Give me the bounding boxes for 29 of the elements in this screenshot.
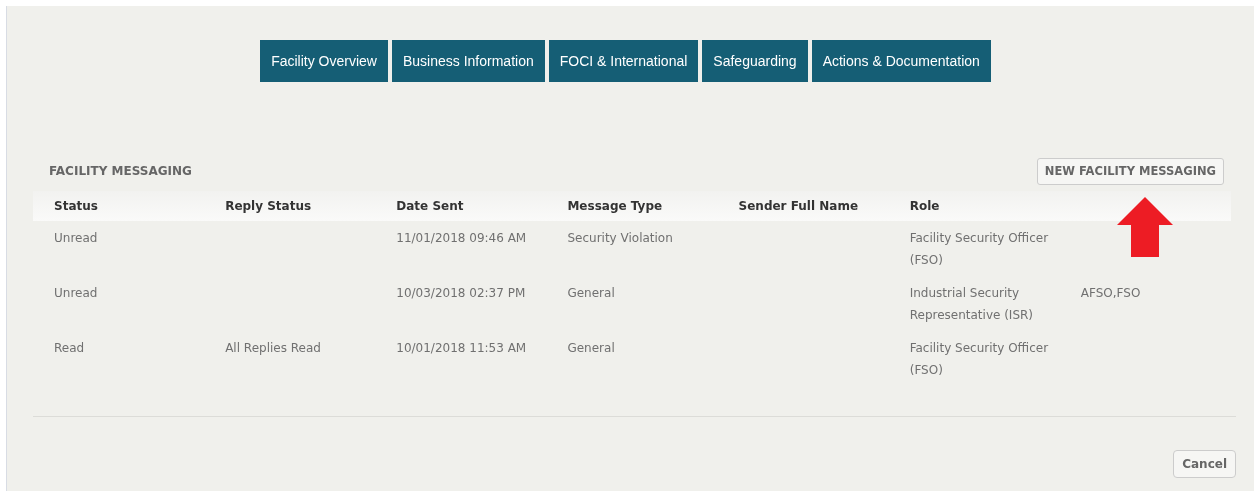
- table-cell: Facility Security Officer (FSO): [909, 231, 1049, 268]
- up-arrow-icon: [1116, 196, 1174, 258]
- column-header: Message Type: [567, 199, 663, 214]
- table-cell: General: [567, 341, 615, 356]
- table-cell: Read: [54, 341, 85, 356]
- new-facility-messaging-button[interactable]: NEW FACILITY MESSAGING: [1036, 158, 1224, 186]
- table-cell: 11/01/2018 09:46 AM: [396, 231, 527, 246]
- nav-tab[interactable]: Facility Overview: [260, 40, 388, 82]
- table-cell: Security Violation: [567, 231, 673, 246]
- table-cell: All Replies Read: [225, 341, 321, 356]
- table-cell: 10/01/2018 11:53 AM: [396, 341, 527, 356]
- table-cell: AFSO,FSO: [1080, 286, 1141, 301]
- table-cell: Facility Security Officer (FSO): [909, 341, 1049, 378]
- table-cell: Industrial Security Representative (ISR): [909, 286, 1034, 323]
- table-cell: Unread: [54, 231, 98, 246]
- table-cell: 10/03/2018 02:37 PM: [396, 286, 526, 301]
- cancel-button[interactable]: Cancel: [1173, 450, 1236, 479]
- column-header: Status: [54, 199, 98, 214]
- nav-tab[interactable]: Business Information: [391, 40, 545, 82]
- column-header: Sender Full Name: [738, 199, 859, 214]
- column-header: Date Sent: [396, 199, 464, 214]
- column-header: Reply Status: [225, 199, 312, 214]
- nav-tab[interactable]: FOCI & International: [548, 40, 699, 82]
- section-title: FACILITY MESSAGING: [49, 163, 192, 180]
- nav-tab[interactable]: Safeguarding: [702, 40, 808, 82]
- table-cell: Unread: [54, 286, 98, 301]
- nav-tab[interactable]: Actions & Documentation: [811, 40, 991, 82]
- column-header: Role: [909, 199, 940, 214]
- table-cell: General: [567, 286, 615, 301]
